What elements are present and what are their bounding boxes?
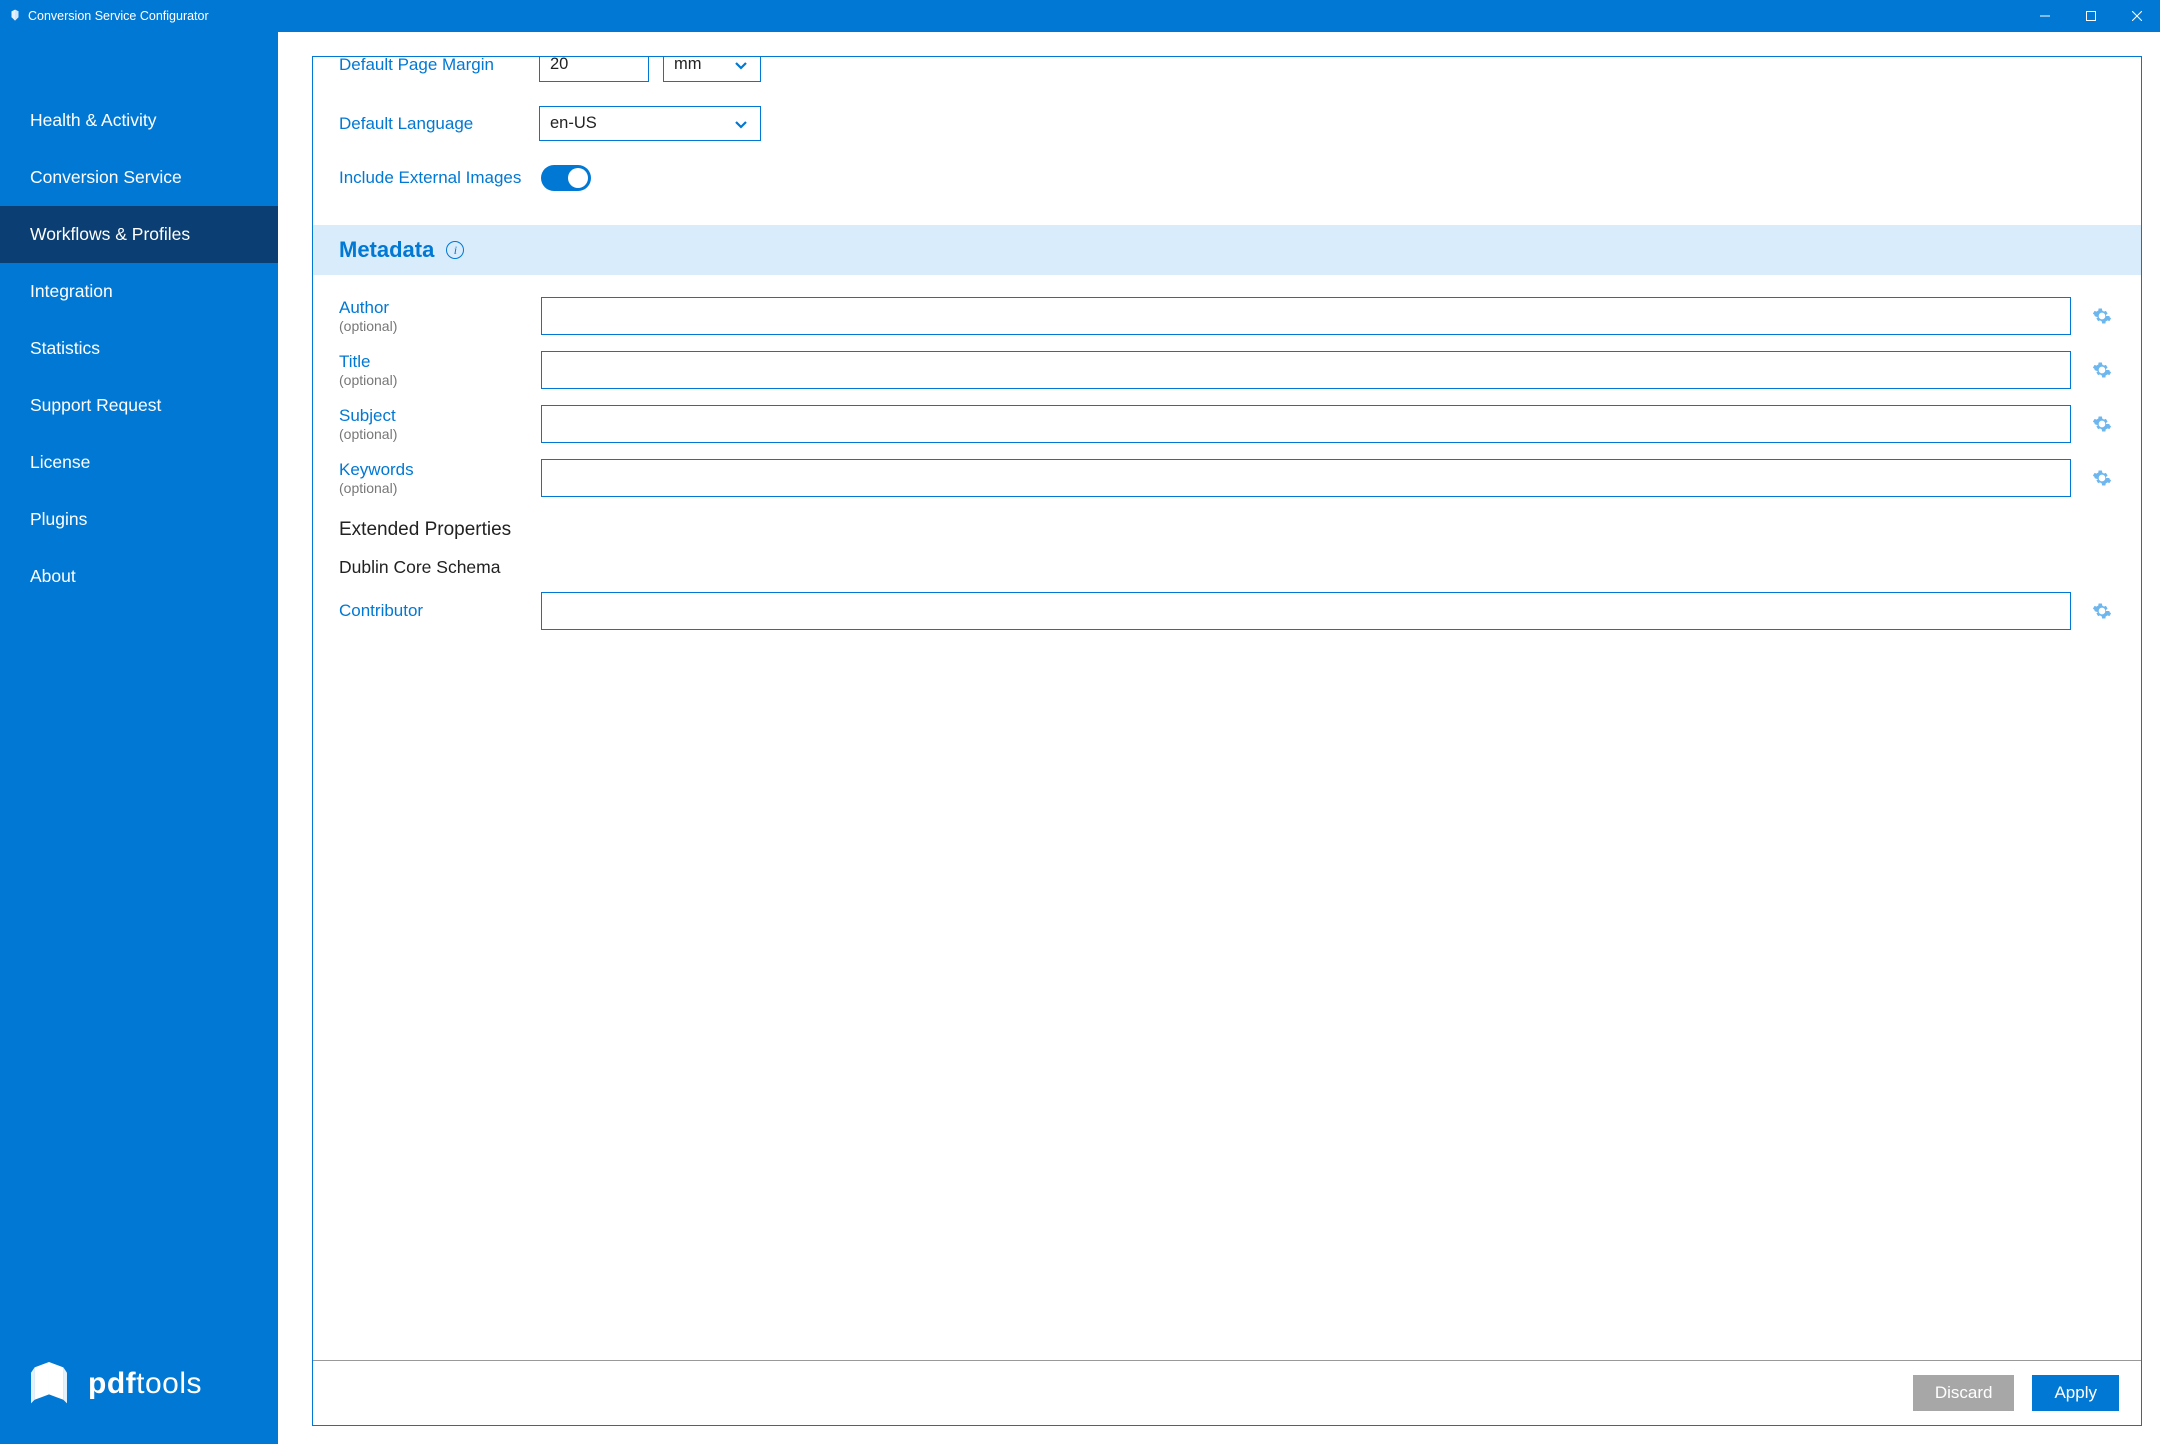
sidebar-item-label: About [30, 566, 76, 586]
sidebar-item-label: License [30, 452, 90, 472]
gear-icon [2092, 306, 2112, 326]
label-keywords: Keywords [339, 460, 523, 480]
chevron-down-icon [732, 57, 750, 74]
label-author: Author [339, 298, 523, 318]
window-minimize-button[interactable] [2022, 0, 2068, 32]
info-icon[interactable]: i [446, 241, 464, 259]
sidebar-item-license[interactable]: License [0, 434, 278, 491]
input-author[interactable] [541, 297, 2071, 335]
select-margin-unit[interactable]: mm [663, 57, 761, 82]
select-value: mm [674, 57, 702, 74]
input-contributor[interactable] [541, 592, 2071, 630]
settings-panel: Document Settings i Default Page Size A4 [312, 56, 2142, 1426]
main-area: Document Settings i Default Page Size A4 [278, 32, 2160, 1444]
heading-extended-properties: Extended Properties [339, 505, 2115, 547]
section-header-metadata: Metadata i [313, 225, 2141, 275]
window-maximize-button[interactable] [2068, 0, 2114, 32]
app-logo-icon [8, 9, 22, 23]
label-title: Title [339, 352, 523, 372]
sidebar-item-label: Statistics [30, 338, 100, 358]
sidebar-item-health-activity[interactable]: Health & Activity [0, 92, 278, 149]
sidebar-item-label: Conversion Service [30, 167, 182, 187]
window-titlebar: Conversion Service Configurator [0, 0, 2160, 32]
settings-button-contributor[interactable] [2089, 598, 2115, 624]
row-metadata-author: Author (optional) [339, 289, 2115, 343]
label-optional: (optional) [339, 480, 523, 496]
select-default-language[interactable]: en-US [539, 106, 761, 141]
sidebar-item-label: Support Request [30, 395, 161, 415]
settings-button-author[interactable] [2089, 303, 2115, 329]
settings-button-title[interactable] [2089, 357, 2115, 383]
sidebar-item-conversion-service[interactable]: Conversion Service [0, 149, 278, 206]
metadata-form: Author (optional) Title (optional) [313, 275, 2141, 660]
row-metadata-title: Title (optional) [339, 343, 2115, 397]
section-title: Metadata [339, 237, 434, 263]
input-title[interactable] [541, 351, 2071, 389]
sidebar-item-workflows-profiles[interactable]: Workflows & Profiles [0, 206, 278, 263]
input-keywords[interactable] [541, 459, 2071, 497]
select-value: en-US [550, 114, 597, 133]
chevron-down-icon [732, 115, 750, 133]
row-include-external-images: Include External Images [339, 153, 2115, 203]
sidebar-item-integration[interactable]: Integration [0, 263, 278, 320]
discard-button[interactable]: Discard [1913, 1375, 2015, 1411]
sidebar-item-label: Integration [30, 281, 113, 301]
sidebar-item-about[interactable]: About [0, 548, 278, 605]
document-settings-form: Default Page Size A4 Default Page Margin [313, 57, 2141, 225]
sidebar-item-label: Workflows & Profiles [30, 224, 190, 244]
sidebar-brand: pdftools [0, 1338, 278, 1444]
label-optional: (optional) [339, 426, 523, 442]
input-subject[interactable] [541, 405, 2071, 443]
label-optional: (optional) [339, 318, 523, 334]
settings-button-subject[interactable] [2089, 411, 2115, 437]
gear-icon [2092, 468, 2112, 488]
label-optional: (optional) [339, 372, 523, 388]
settings-scroll-area[interactable]: Document Settings i Default Page Size A4 [313, 57, 2141, 1360]
gear-icon [2092, 414, 2112, 434]
label-default-language: Default Language [339, 114, 519, 134]
row-metadata-subject: Subject (optional) [339, 397, 2115, 451]
window-title: Conversion Service Configurator [28, 9, 209, 23]
settings-button-keywords[interactable] [2089, 465, 2115, 491]
gear-icon [2092, 601, 2112, 621]
sidebar: Health & Activity Conversion Service Wor… [0, 32, 278, 1444]
row-metadata-contributor: Contributor [339, 584, 2115, 638]
window-close-button[interactable] [2114, 0, 2160, 32]
row-default-language: Default Language en-US [339, 94, 2115, 153]
label-subject: Subject [339, 406, 523, 426]
gear-icon [2092, 360, 2112, 380]
panel-footer: Discard Apply [313, 1360, 2141, 1425]
sidebar-item-statistics[interactable]: Statistics [0, 320, 278, 377]
sidebar-item-label: Plugins [30, 509, 87, 529]
sidebar-item-plugins[interactable]: Plugins [0, 491, 278, 548]
row-metadata-keywords: Keywords (optional) [339, 451, 2115, 505]
apply-button[interactable]: Apply [2032, 1375, 2119, 1411]
input-default-page-margin[interactable] [539, 57, 649, 82]
sidebar-item-label: Health & Activity [30, 110, 156, 130]
label-default-page-margin: Default Page Margin [339, 57, 519, 75]
brand-text: pdftools [88, 1367, 202, 1401]
row-default-page-margin: Default Page Margin mm [339, 57, 2115, 94]
toggle-include-external-images[interactable] [541, 165, 591, 191]
sidebar-nav: Health & Activity Conversion Service Wor… [0, 32, 278, 1338]
heading-dublin-core-schema: Dublin Core Schema [339, 547, 2115, 584]
pdftools-logo-icon [22, 1362, 76, 1406]
label-contributor: Contributor [339, 601, 523, 621]
sidebar-item-support-request[interactable]: Support Request [0, 377, 278, 434]
label-include-external-images: Include External Images [339, 168, 521, 188]
